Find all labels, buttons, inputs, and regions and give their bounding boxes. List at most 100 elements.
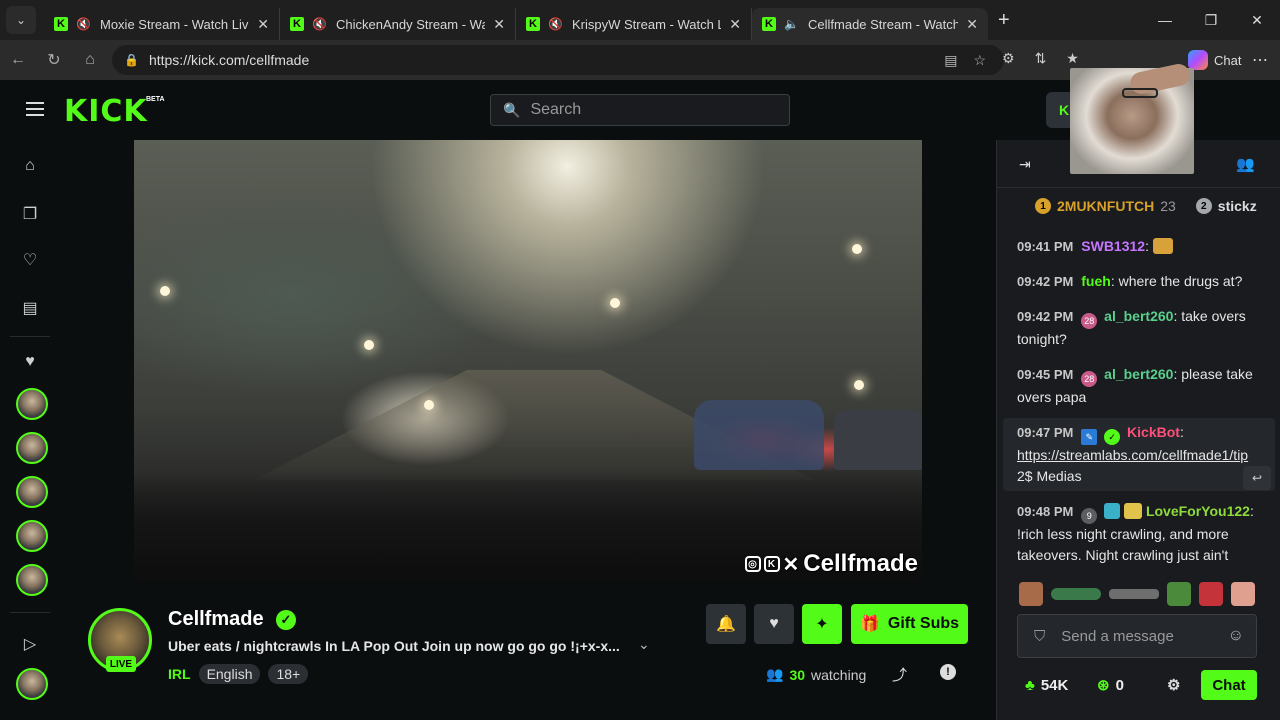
emote-icon[interactable]: [1167, 582, 1191, 606]
emote-icon[interactable]: [1109, 589, 1159, 599]
video-light: [364, 340, 374, 350]
emote-icon[interactable]: [1051, 588, 1101, 600]
favorites-icon[interactable]: ★: [1066, 50, 1079, 67]
chat-settings-gear-icon[interactable]: ⚙: [1167, 676, 1180, 694]
emote-icon[interactable]: [1019, 582, 1043, 606]
restore-icon[interactable]: ❐: [1188, 0, 1234, 40]
send-chat-button[interactable]: Chat: [1201, 670, 1257, 700]
tab-title: KrispyW Stream - Watch Live: [572, 16, 722, 32]
extensions-icon[interactable]: ⚙: [1002, 50, 1015, 67]
sub-badge-icon: 28: [1081, 371, 1098, 387]
following-nav-icon[interactable]: ♡: [18, 248, 42, 272]
url-bar[interactable]: 🔒 https://kick.com/cellfmade ▤ ☆: [112, 45, 1004, 75]
message-link[interactable]: https://streamlabs.com/cellfmade1/tip: [1017, 447, 1248, 463]
new-tab-icon[interactable]: +: [998, 9, 1010, 32]
gifter-name[interactable]: stickz: [1218, 198, 1257, 214]
kick-logo[interactable]: KICK: [64, 94, 148, 129]
followed-channel-avatar[interactable]: [16, 520, 48, 552]
kick-favicon-icon: K: [762, 17, 776, 31]
collapse-chat-icon[interactable]: ⇥: [1019, 156, 1031, 173]
video-player[interactable]: ◎ K ✕ Cellfmade: [134, 140, 922, 582]
report-icon[interactable]: !: [940, 664, 956, 680]
browser-tab[interactable]: K 🔇 Moxie Stream - Watch Live on ✕: [44, 8, 280, 40]
shield-icon[interactable]: ⛉: [1034, 628, 1045, 645]
muted-speaker-icon[interactable]: 🔇: [76, 17, 92, 31]
browser-tab[interactable]: K 🔇 KrispyW Stream - Watch Live ✕: [516, 8, 752, 40]
favorite-star-icon[interactable]: ☆: [973, 52, 986, 69]
close-tab-icon[interactable]: ✕: [966, 16, 978, 33]
tag-mature[interactable]: 18+: [268, 664, 309, 684]
gifter-name[interactable]: 2MUKNFUTCH: [1057, 198, 1154, 214]
webcam-glasses: [1122, 88, 1158, 98]
browser-tab-strip: ⌄ K 🔇 Moxie Stream - Watch Live on ✕ K 🔇…: [0, 0, 1280, 40]
channel-points[interactable]: ⊛ 0: [1097, 676, 1124, 695]
webcam-overlay: [1070, 62, 1194, 174]
hamburger-menu-icon[interactable]: [26, 102, 44, 116]
emoji-picker-icon[interactable]: ☺: [1228, 627, 1244, 645]
clips-nav-icon[interactable]: ▤: [18, 296, 42, 320]
emote-icon[interactable]: [1199, 582, 1223, 606]
close-window-icon[interactable]: ✕: [1234, 0, 1280, 40]
gift-subs-button[interactable]: 🎁 Gift Subs: [851, 604, 968, 644]
kicks-icon: ♣: [1025, 676, 1035, 694]
speaker-icon[interactable]: 🔈: [784, 17, 800, 31]
browser-tab-active[interactable]: K 🔈 Cellfmade Stream - Watch Live ✕: [752, 8, 988, 40]
home-icon[interactable]: ⌂: [72, 51, 108, 69]
message-username[interactable]: KickBot: [1127, 424, 1180, 440]
share-icon[interactable]: ⤴: [892, 664, 907, 685]
more-options-icon[interactable]: ⋯: [1252, 50, 1268, 70]
followed-channel-avatar[interactable]: [16, 564, 48, 596]
chat-message: 09:42 PM 28 al_bert260: take overs tonig…: [1017, 308, 1246, 347]
chat-input-placeholder: Send a message: [1061, 627, 1174, 645]
live-badge: LIVE: [106, 656, 136, 672]
close-tab-icon[interactable]: ✕: [729, 16, 741, 33]
muted-speaker-icon[interactable]: 🔇: [548, 17, 564, 31]
muted-speaker-icon[interactable]: 🔇: [312, 17, 328, 31]
category-link[interactable]: IRL: [168, 666, 191, 682]
emote-icon[interactable]: [1231, 582, 1255, 606]
sub-badge-icon: 9: [1081, 508, 1098, 524]
message-username[interactable]: LoveForYou122: [1146, 503, 1250, 519]
close-tab-icon[interactable]: ✕: [257, 16, 269, 33]
browse-nav-icon[interactable]: ❐: [18, 202, 42, 226]
followed-channel-avatar[interactable]: [16, 388, 48, 420]
home-nav-icon[interactable]: ⌂: [18, 154, 42, 178]
recommended-channel-avatar[interactable]: [16, 668, 48, 700]
message-username[interactable]: fueh: [1081, 273, 1111, 289]
message-username[interactable]: al_bert260: [1104, 308, 1173, 324]
streamer-name[interactable]: Cellfmade: [168, 608, 264, 631]
stream-title: Uber eats / nightcrawls In LA Pop Out Jo…: [168, 638, 620, 654]
subscribe-button[interactable]: ✦: [802, 604, 842, 644]
chat-users-icon[interactable]: 👥: [1236, 155, 1255, 173]
chat-footer: ♣ 54K ⊛ 0 ⚙ Chat: [997, 670, 1280, 700]
followed-channel-avatar[interactable]: [16, 476, 48, 508]
minimize-icon[interactable]: —: [1142, 0, 1188, 40]
message-time: 09:47 PM: [1017, 425, 1074, 440]
search-placeholder: Search: [530, 101, 582, 118]
kicks-balance[interactable]: ♣ 54K: [1025, 677, 1068, 694]
followed-channel-avatar[interactable]: [16, 432, 48, 464]
browser-tab[interactable]: K 🔇 ChickenAndy Stream - Watch ✕: [280, 8, 516, 40]
search-input[interactable]: 🔍 Search: [490, 94, 790, 126]
split-screen-icon[interactable]: ⇅: [1035, 50, 1047, 67]
tab-actions-menu[interactable]: ⌄: [6, 6, 36, 34]
left-sidebar: ⌂ ❐ ♡ ▤ ♥ ▷: [0, 140, 60, 720]
reply-icon[interactable]: ↩: [1243, 466, 1271, 490]
refresh-icon[interactable]: ↻: [36, 50, 72, 70]
follow-button[interactable]: ♥: [754, 604, 794, 644]
message-text: where the drugs at?: [1118, 273, 1243, 289]
back-icon[interactable]: ←: [0, 51, 36, 69]
tag-language[interactable]: English: [198, 664, 261, 684]
notifications-bell-button[interactable]: 🔔: [706, 604, 746, 644]
chevron-down-icon[interactable]: ⌄: [638, 636, 650, 653]
copilot-chat-button[interactable]: Chat: [1188, 50, 1241, 70]
lock-icon[interactable]: 🔒: [124, 53, 139, 67]
message-username[interactable]: al_bert260: [1104, 366, 1173, 382]
chat-message-input[interactable]: ⛉ Send a message ☺: [1017, 614, 1257, 658]
reader-view-icon[interactable]: ▤: [944, 52, 957, 69]
streamer-handle-overlay: ◎ K ✕ Cellfmade: [744, 550, 918, 578]
message-username[interactable]: SWB1312: [1081, 238, 1145, 254]
video-light: [160, 286, 170, 296]
close-tab-icon[interactable]: ✕: [493, 16, 505, 33]
emote-icon: [1152, 238, 1173, 254]
